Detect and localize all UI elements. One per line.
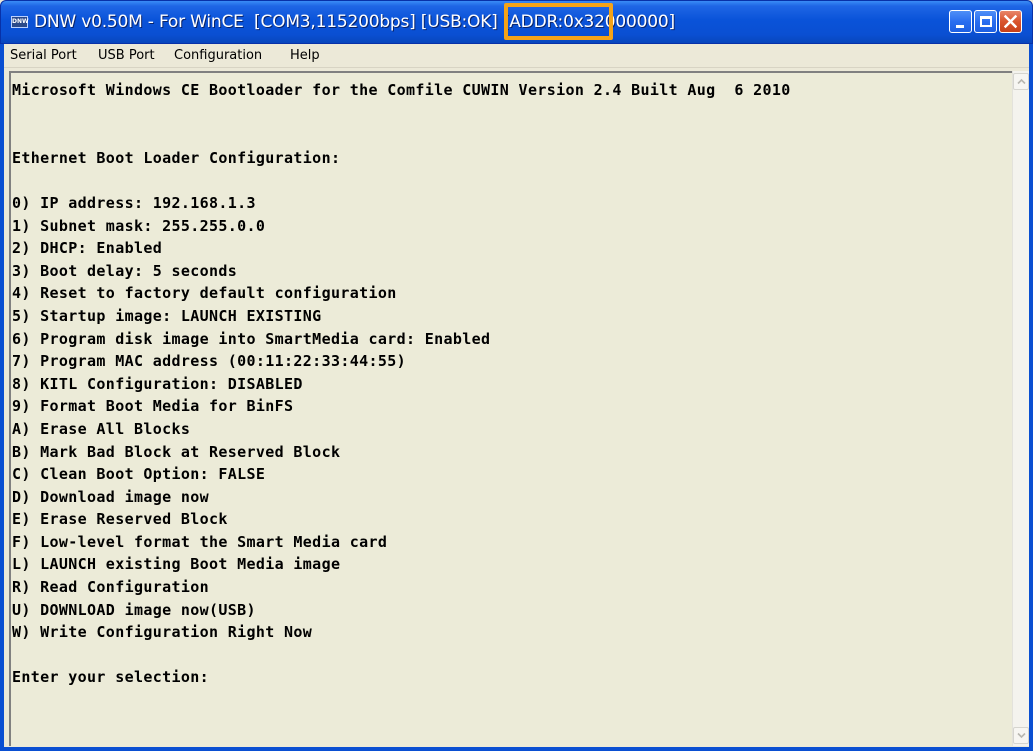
- scroll-down-arrow-icon: [1017, 732, 1026, 739]
- console-line: 8) KITL Configuration: DISABLED: [12, 374, 303, 393]
- window-title: DNW v0.50M - For WinCE [COM3,115200bps] …: [34, 12, 675, 32]
- minimize-button[interactable]: [949, 10, 972, 33]
- console-line: 1) Subnet mask: 255.255.0.0: [12, 216, 266, 235]
- menu-bar: Serial Port USB Port Configuration Help: [4, 44, 1029, 68]
- console-line: 2) DHCP: Enabled: [12, 239, 163, 258]
- minimize-icon: [956, 25, 964, 28]
- console-line: Microsoft Windows CE Bootloader for the …: [12, 81, 791, 99]
- maximize-icon: [980, 16, 992, 27]
- console-line: 5) Startup image: LAUNCH EXISTING: [12, 306, 322, 325]
- app-icon[interactable]: DNW: [11, 16, 29, 28]
- console-line: 9) Format Boot Media for BinFS: [12, 397, 294, 416]
- scroll-up-arrow-icon: [1017, 78, 1026, 85]
- console-lines: Microsoft Windows CE Bootloader for the …: [12, 79, 791, 689]
- console-line: B) Mark Bad Block at Reserved Block: [12, 442, 341, 461]
- console-line: 3) Boot delay: 5 seconds: [12, 261, 238, 280]
- console-line: 4) Reset to factory default configuratio…: [12, 284, 397, 303]
- close-icon: [1003, 14, 1018, 29]
- console-line: 6) Program disk image into SmartMedia ca…: [12, 329, 491, 348]
- console-line: D) Download image now: [12, 487, 209, 506]
- vertical-scrollbar[interactable]: [1012, 71, 1029, 746]
- console-prompt: Enter your selection:: [12, 668, 209, 687]
- window-frame-right: [1029, 44, 1033, 751]
- console-line: A) Erase All Blocks: [12, 419, 191, 438]
- console-line: W) Write Configuration Right Now: [12, 623, 313, 642]
- scroll-up-button[interactable]: [1013, 73, 1029, 90]
- console-output[interactable]: Microsoft Windows CE Bootloader for the …: [9, 71, 1012, 746]
- console-line: R) Read Configuration: [12, 578, 209, 597]
- title-bar[interactable]: DNW DNW v0.50M - For WinCE [COM3,115200b…: [0, 0, 1033, 44]
- window-frame-bottom: [0, 747, 1033, 751]
- console-line: U) DOWNLOAD image now(USB): [12, 600, 256, 619]
- menu-help[interactable]: Help: [290, 47, 320, 65]
- console-line: C) Clean Boot Option: FALSE: [12, 465, 266, 484]
- menu-configuration[interactable]: Configuration: [174, 47, 262, 65]
- console-line: Ethernet Boot Loader Configuration:: [12, 148, 341, 167]
- console-line: L) LAUNCH existing Boot Media image: [12, 555, 341, 574]
- dnw-window: DNW DNW v0.50M - For WinCE [COM3,115200b…: [0, 0, 1033, 751]
- console-line: E) Erase Reserved Block: [12, 510, 228, 529]
- close-button[interactable]: [999, 10, 1022, 33]
- console-line: 7) Program MAC address (00:11:22:33:44:5…: [12, 352, 406, 371]
- window-frame-left: [0, 44, 4, 751]
- menu-serial-port[interactable]: Serial Port: [10, 47, 77, 65]
- console-line: 0) IP address: 192.168.1.3: [12, 193, 256, 212]
- maximize-button[interactable]: [974, 10, 997, 33]
- console-line: F) Low-level format the Smart Media card: [12, 532, 388, 551]
- scroll-down-button[interactable]: [1013, 727, 1029, 744]
- menu-usb-port[interactable]: USB Port: [98, 47, 155, 65]
